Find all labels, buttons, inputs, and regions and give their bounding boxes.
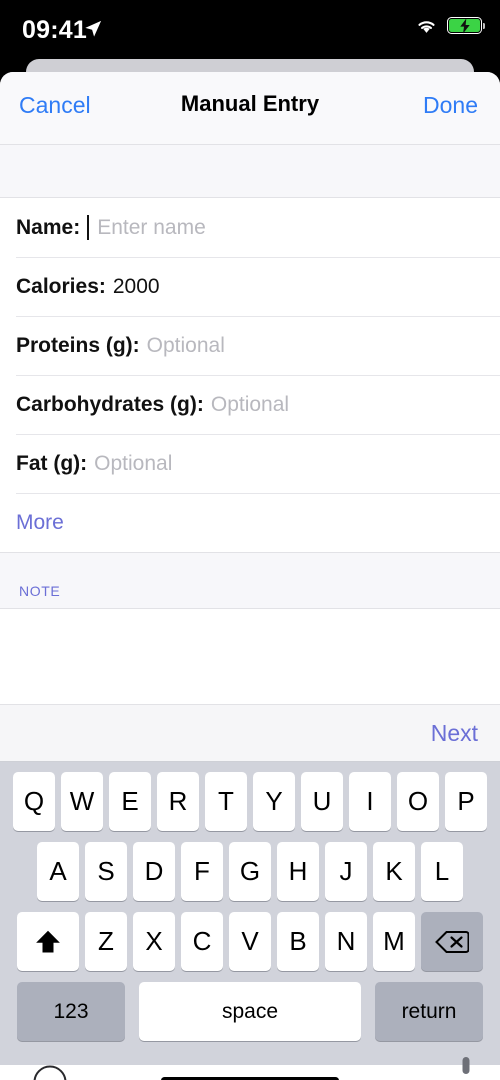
form-row-calories[interactable]: Calories: 2000	[0, 257, 500, 316]
section-gap-top	[0, 145, 500, 198]
keyboard-bottom-bar	[0, 1041, 500, 1080]
key-n[interactable]: N	[325, 912, 367, 971]
field-label-calories: Calories:	[16, 274, 106, 298]
key-e[interactable]: E	[109, 772, 151, 831]
field-label-carbohydrates: Carbohydrates (g):	[16, 392, 204, 416]
numbers-key[interactable]: 123	[17, 982, 125, 1041]
status-bar: 09:41	[0, 0, 500, 62]
key-j[interactable]: J	[325, 842, 367, 901]
iphone-screen: 09:41 Cancel Manual Entry Done Name: Ent…	[0, 0, 500, 1080]
field-label-name: Name:	[16, 215, 81, 239]
keyboard-row-2: A S D F G H J K L	[0, 842, 500, 901]
key-k[interactable]: K	[373, 842, 415, 901]
more-label: More	[16, 510, 64, 534]
key-q[interactable]: Q	[13, 772, 55, 831]
form-row-fat[interactable]: Fat (g): Optional	[0, 434, 500, 493]
note-section-header: NOTE	[0, 553, 500, 609]
status-bar-time: 09:41	[22, 16, 87, 44]
key-t[interactable]: T	[205, 772, 247, 831]
key-b[interactable]: B	[277, 912, 319, 971]
keyboard-row-4: 123 space return	[0, 982, 500, 1041]
key-g[interactable]: G	[229, 842, 271, 901]
key-l[interactable]: L	[421, 842, 463, 901]
microphone-icon[interactable]	[460, 1057, 472, 1080]
shift-key[interactable]	[17, 912, 79, 971]
backspace-key[interactable]	[421, 912, 483, 971]
key-h[interactable]: H	[277, 842, 319, 901]
location-arrow-icon	[85, 20, 102, 37]
field-value-calories: 2000	[112, 274, 160, 298]
shift-up-arrow-icon	[36, 930, 60, 952]
more-button[interactable]: More	[0, 493, 500, 552]
return-key[interactable]: return	[375, 982, 483, 1041]
backspace-delete-icon	[435, 930, 469, 953]
key-c[interactable]: C	[181, 912, 223, 971]
key-f[interactable]: F	[181, 842, 223, 901]
keyboard-row-1: Q W E R T Y U I O P	[0, 772, 500, 831]
key-d[interactable]: D	[133, 842, 175, 901]
key-v[interactable]: V	[229, 912, 271, 971]
key-w[interactable]: W	[61, 772, 103, 831]
keyboard-row-3: Z X C V B N M	[0, 912, 500, 971]
keyboard-accessory-bar: Next	[0, 705, 500, 762]
form-row-name[interactable]: Name: Enter name	[0, 198, 500, 257]
onscreen-keyboard: Q W E R T Y U I O P A S D F G H J K L Z …	[0, 762, 500, 1080]
done-button[interactable]: Done	[423, 94, 478, 117]
manual-entry-sheet: Cancel Manual Entry Done Name: Enter nam…	[0, 72, 500, 1080]
globe-emoji-icon[interactable]	[33, 1065, 67, 1080]
note-header-label: NOTE	[19, 583, 61, 599]
next-button[interactable]: Next	[431, 720, 478, 747]
nutrition-form-section: Name: Enter name Calories: 2000 Proteins…	[0, 198, 500, 552]
key-p[interactable]: P	[445, 772, 487, 831]
field-value-carbohydrates: Optional	[210, 392, 290, 416]
note-input[interactable]	[0, 609, 500, 705]
field-value-proteins: Optional	[146, 333, 225, 357]
key-a[interactable]: A	[37, 842, 79, 901]
key-r[interactable]: R	[157, 772, 199, 831]
navigation-bar: Cancel Manual Entry Done	[0, 72, 500, 145]
field-label-fat: Fat (g):	[16, 451, 88, 475]
space-key[interactable]: space	[139, 982, 361, 1041]
battery-charging-icon	[447, 17, 486, 34]
key-y[interactable]: Y	[253, 772, 295, 831]
form-row-proteins[interactable]: Proteins (g): Optional	[0, 316, 500, 375]
key-i[interactable]: I	[349, 772, 391, 831]
status-bar-indicators	[415, 17, 486, 34]
field-value-name: Enter name	[97, 215, 206, 239]
key-u[interactable]: U	[301, 772, 343, 831]
field-label-proteins: Proteins (g):	[16, 333, 140, 357]
form-row-carbohydrates[interactable]: Carbohydrates (g): Optional	[0, 375, 500, 434]
key-m[interactable]: M	[373, 912, 415, 971]
text-cursor	[87, 215, 90, 240]
key-s[interactable]: S	[85, 842, 127, 901]
charging-bolt-icon	[459, 18, 470, 33]
key-z[interactable]: Z	[85, 912, 127, 971]
wifi-icon	[418, 21, 435, 33]
key-o[interactable]: O	[397, 772, 439, 831]
field-value-fat: Optional	[94, 451, 173, 475]
key-x[interactable]: X	[133, 912, 175, 971]
